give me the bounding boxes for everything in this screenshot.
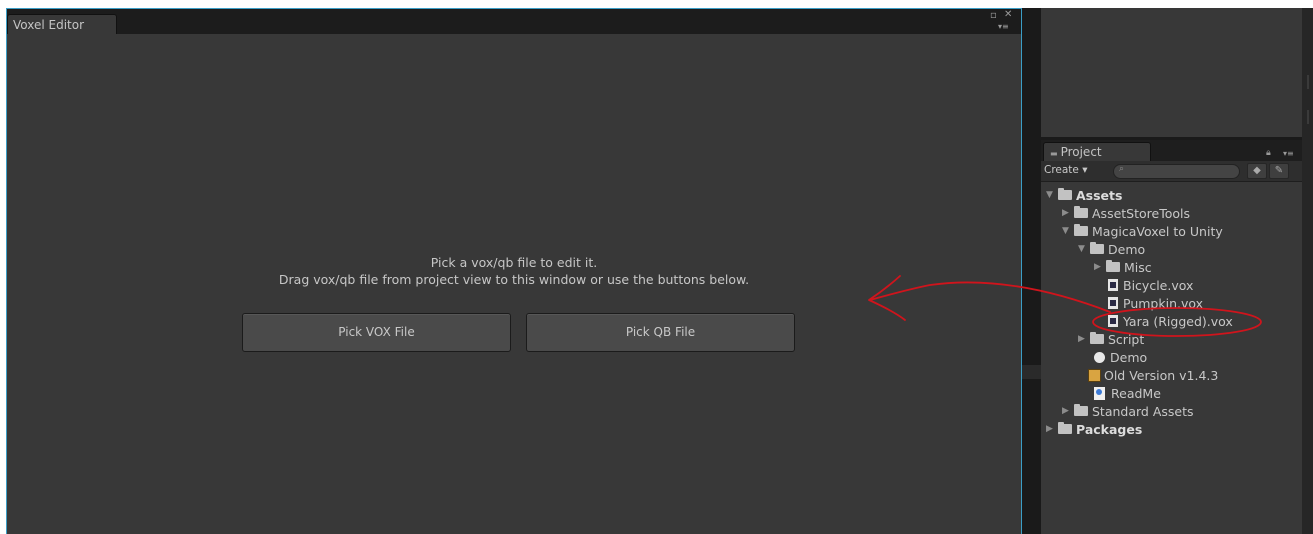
unity-scene-icon [1094, 351, 1105, 363]
tree-item[interactable]: Demo [1094, 348, 1147, 366]
tree-item[interactable]: ▶ Standard Assets [1062, 402, 1194, 420]
vox-file-icon [1108, 297, 1118, 309]
folder-icon [1074, 404, 1088, 416]
folder-icon [1074, 206, 1088, 218]
tree-item[interactable]: ▼ MagicaVoxel to Unity [1062, 222, 1223, 240]
lock-icon[interactable]: 🔒︎ [1266, 148, 1271, 158]
scroll-mark [1307, 110, 1309, 124]
tree-item-label: Bicycle.vox [1123, 277, 1194, 293]
vox-file-icon [1108, 315, 1118, 327]
tree-item[interactable]: ▼ Demo [1078, 240, 1145, 258]
tree-item-label: Yara (Rigged).vox [1123, 313, 1233, 329]
folder-icon [1058, 188, 1072, 200]
editor-body: Pick a vox/qb file to edit it. Drag vox/… [7, 34, 1021, 534]
tree-item[interactable]: ▶ Packages [1046, 420, 1142, 438]
tree-item-label: Pumpkin.vox [1123, 295, 1204, 311]
editor-tab-strip [7, 9, 1021, 34]
panel-splitter[interactable] [1022, 8, 1041, 534]
tab-voxel-editor[interactable]: Voxel Editor [7, 14, 117, 35]
tree-item[interactable]: ReadMe [1094, 384, 1161, 402]
tree-item[interactable]: Old Version v1.4.3 [1088, 366, 1218, 384]
project-search-input[interactable] [1113, 164, 1240, 179]
tree-item-label: Packages [1076, 421, 1143, 437]
project-tab-label: Project [1060, 145, 1102, 159]
prompt-line-2: Drag vox/qb file from project view to th… [278, 272, 750, 287]
tree-item-label: Demo [1108, 241, 1146, 257]
close-icon[interactable]: ✕ [1004, 10, 1012, 20]
tree-item-label: Assets [1076, 187, 1123, 203]
window-menu-icon[interactable]: ▾≡ [998, 22, 1009, 32]
create-dropdown-button[interactable]: Create ▾ [1044, 164, 1088, 176]
expanded-arrow-icon[interactable]: ▼ [1078, 244, 1090, 254]
tree-item-label: AssetStoreTools [1092, 205, 1190, 221]
folder-icon [1058, 422, 1072, 434]
tree-item[interactable]: Pumpkin.vox [1108, 294, 1203, 312]
collapsed-arrow-icon[interactable]: ▶ [1046, 424, 1058, 434]
tree-item[interactable]: Bicycle.vox [1108, 276, 1193, 294]
tree-item[interactable]: ▶ AssetStoreTools [1062, 204, 1190, 222]
tree-item-label: Old Version v1.4.3 [1104, 367, 1219, 383]
tree-item-label: Standard Assets [1092, 403, 1194, 419]
tree-item[interactable]: ▶ Script [1078, 330, 1144, 348]
readme-icon [1094, 386, 1105, 400]
tree-item[interactable]: ▼ Assets [1046, 186, 1122, 204]
folder-icon [1106, 260, 1120, 272]
tree-item-label: ReadMe [1111, 385, 1161, 401]
tree-item[interactable]: ▶ Misc [1094, 258, 1152, 276]
pick-qb-file-button[interactable]: Pick QB File [526, 313, 795, 352]
vox-file-icon [1108, 279, 1118, 291]
folder-icon [1074, 224, 1088, 236]
filter-by-label-icon[interactable]: ✎ [1269, 163, 1289, 179]
tree-item-label: Misc [1124, 259, 1152, 275]
pick-vox-file-button[interactable]: Pick VOX File [242, 313, 511, 352]
collapsed-arrow-icon[interactable]: ▶ [1094, 262, 1106, 272]
collapsed-arrow-icon[interactable]: ▶ [1062, 208, 1074, 218]
tree-item[interactable]: Yara (Rigged).vox [1108, 312, 1233, 330]
prompt-line-1: Pick a vox/qb file to edit it. [430, 255, 598, 270]
search-icon: ⌕ [1119, 164, 1125, 174]
filter-by-type-icon[interactable]: ◆ [1247, 163, 1267, 179]
collapsed-arrow-icon[interactable]: ▶ [1078, 334, 1090, 344]
splitter-handle[interactable] [1022, 365, 1041, 379]
tree-item-label: Script [1108, 331, 1145, 347]
folder-tab-icon: ▬ [1050, 149, 1058, 158]
tree-item-label: Demo [1110, 349, 1148, 365]
expanded-arrow-icon[interactable]: ▼ [1046, 190, 1058, 200]
scroll-mark [1307, 75, 1309, 89]
collapsed-arrow-icon[interactable]: ▶ [1062, 406, 1074, 416]
tree-item-label: MagicaVoxel to Unity [1092, 223, 1223, 239]
maximize-icon[interactable]: ▫ [990, 11, 997, 21]
folder-icon [1090, 242, 1104, 254]
unity-package-icon [1088, 368, 1101, 382]
tab-project[interactable]: ▬ Project [1043, 142, 1151, 162]
panel-menu-icon[interactable]: ▾≡ [1283, 149, 1294, 159]
folder-icon [1090, 332, 1104, 344]
expanded-arrow-icon[interactable]: ▼ [1062, 226, 1074, 236]
upper-right-panel [1041, 8, 1302, 137]
